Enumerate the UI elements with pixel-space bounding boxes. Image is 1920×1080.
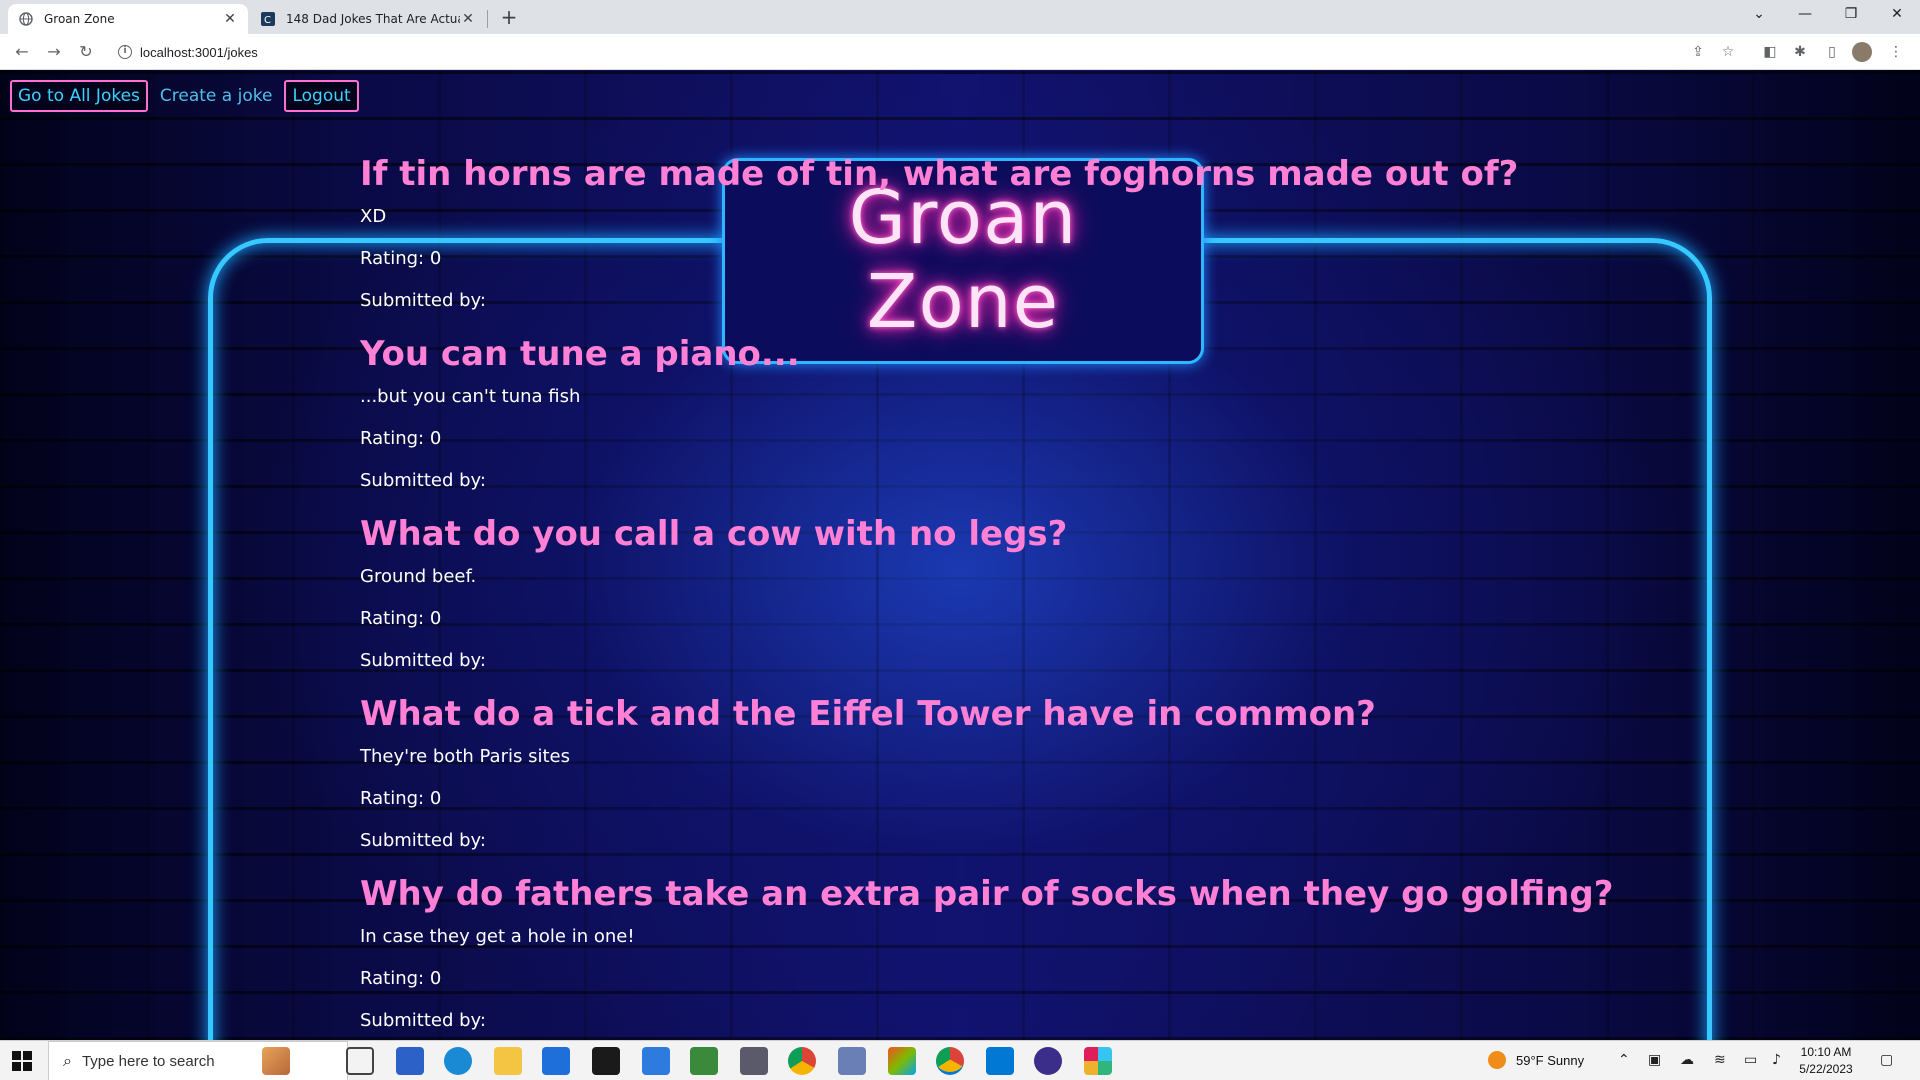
joke-setup: Why do fathers take an extra pair of soc… xyxy=(360,874,1614,914)
joke-punchline: Ground beef. xyxy=(360,566,477,587)
tab-search-chevron-icon[interactable]: ⌄ xyxy=(1736,0,1782,30)
notifications-icon[interactable]: ▢ xyxy=(1880,1052,1893,1068)
site-favicon-icon: C xyxy=(260,11,276,27)
task-view-icon[interactable] xyxy=(346,1047,374,1075)
notepad-icon[interactable] xyxy=(690,1047,718,1075)
weather-sun-icon[interactable] xyxy=(1488,1051,1506,1069)
joke-rating: Rating: 0 xyxy=(360,608,442,629)
weather-text[interactable]: 59°F Sunny xyxy=(1516,1053,1584,1068)
create-joke-link[interactable]: Create a joke xyxy=(154,82,279,110)
joke-card: What do you call a cow with no legs? Gro… xyxy=(360,510,1660,672)
close-icon[interactable]: ✕ xyxy=(460,11,476,27)
browser-tab-bar: Groan Zone ✕ C 148 Dad Jokes That Are Ac… xyxy=(0,0,1920,34)
joke-submitted-by: Submitted by: xyxy=(360,650,486,671)
store-icon[interactable] xyxy=(542,1047,570,1075)
minimize-icon[interactable]: — xyxy=(1782,0,1828,30)
joke-setup: You can tune a piano... xyxy=(360,334,800,374)
joke-card: If tin horns are made of tin, what are f… xyxy=(360,150,1660,312)
joke-punchline: XD xyxy=(360,206,387,227)
joke-submitted-by: Submitted by: xyxy=(360,290,486,311)
joke-card: What do a tick and the Eiffel Tower have… xyxy=(360,690,1660,852)
windows-start-icon[interactable] xyxy=(12,1051,32,1071)
widgets-image-icon[interactable] xyxy=(262,1047,290,1075)
url-text[interactable]: localhost:3001/jokes xyxy=(140,45,258,60)
chrome-active-icon[interactable] xyxy=(936,1047,964,1075)
joke-setup: If tin horns are made of tin, what are f… xyxy=(360,154,1519,194)
side-panel-icon[interactable]: ▯ xyxy=(1822,42,1842,62)
menu-kebab-icon[interactable]: ⋮ xyxy=(1886,42,1906,62)
joke-card: Why do fathers take an extra pair of soc… xyxy=(360,870,1660,1032)
calculator-icon[interactable] xyxy=(740,1047,768,1075)
windows-taskbar: ⌕ Type here to search 59°F Sunny ⌃ ▣ ☁ ≋… xyxy=(0,1040,1920,1080)
tray-app-icon[interactable]: ▣ xyxy=(1648,1052,1661,1068)
extensions-puzzle-icon[interactable]: ✱ xyxy=(1790,42,1810,62)
clock-date: 5/22/2023 xyxy=(1799,1062,1853,1076)
restore-icon[interactable]: ❐ xyxy=(1828,0,1874,30)
app-blue-icon[interactable] xyxy=(396,1047,424,1075)
all-jokes-link[interactable]: Go to All Jokes xyxy=(10,80,148,112)
joke-punchline: In case they get a hole in one! xyxy=(360,926,635,947)
avatar[interactable] xyxy=(1852,42,1872,62)
tab-title: 148 Dad Jokes That Are Actually xyxy=(286,12,460,26)
mail-icon[interactable] xyxy=(642,1047,670,1075)
new-tab-plus-icon[interactable]: + xyxy=(498,6,520,28)
share-icon[interactable]: ⇪ xyxy=(1688,42,1708,62)
bookmark-star-icon[interactable]: ☆ xyxy=(1718,42,1738,62)
tab-divider xyxy=(487,10,488,28)
globe-icon xyxy=(18,11,34,27)
taskbar-search-input[interactable]: ⌕ Type here to search xyxy=(48,1041,348,1080)
vscode-icon[interactable] xyxy=(986,1047,1014,1075)
extension-badge-icon[interactable]: ◧ xyxy=(1760,42,1780,62)
browser-toolbar: ← → ↻ i localhost:3001/jokes ⇪ ☆ ◧ ✱ ▯ ⋮ xyxy=(0,34,1920,70)
joke-punchline: They're both Paris sites xyxy=(360,746,570,767)
chevron-up-icon[interactable]: ⌃ xyxy=(1618,1052,1630,1068)
clock-time: 10:10 AM xyxy=(1800,1045,1852,1059)
joke-rating: Rating: 0 xyxy=(360,968,442,989)
edge-browser-icon[interactable] xyxy=(444,1047,472,1075)
terminal-icon[interactable] xyxy=(592,1047,620,1075)
joke-setup: What do you call a cow with no legs? xyxy=(360,514,1068,554)
joke-submitted-by: Submitted by: xyxy=(360,470,486,491)
close-icon[interactable]: ✕ xyxy=(222,11,238,27)
search-placeholder: Type here to search xyxy=(81,1052,215,1070)
joke-punchline: ...but you can't tuna fish xyxy=(360,386,581,407)
file-explorer-icon[interactable] xyxy=(494,1047,522,1075)
tab-dad-jokes[interactable]: C 148 Dad Jokes That Are Actually ✕ xyxy=(250,4,486,34)
cloud-off-icon[interactable]: ☁ xyxy=(1680,1052,1694,1068)
app-moon-icon[interactable] xyxy=(1034,1047,1062,1075)
logout-link[interactable]: Logout xyxy=(284,80,359,112)
page-viewport: Groan Zone Go to All Jokes Create a joke… xyxy=(0,70,1920,1040)
joke-rating: Rating: 0 xyxy=(360,248,442,269)
joke-submitted-by: Submitted by: xyxy=(360,830,486,851)
volume-icon[interactable]: ♪ xyxy=(1772,1052,1781,1068)
top-nav: Go to All Jokes Create a joke Logout xyxy=(10,80,359,112)
tab-title: Groan Zone xyxy=(44,12,115,26)
back-arrow-icon[interactable]: ← xyxy=(10,40,34,64)
site-info-icon[interactable]: i xyxy=(118,45,132,59)
tab-groan-zone[interactable]: Groan Zone ✕ xyxy=(8,4,248,34)
joke-setup: What do a tick and the Eiffel Tower have… xyxy=(360,694,1376,734)
forward-arrow-icon[interactable]: → xyxy=(42,40,66,64)
window-close-icon[interactable]: ✕ xyxy=(1874,0,1920,30)
battery-icon[interactable]: ▭ xyxy=(1744,1052,1757,1068)
joke-rating: Rating: 0 xyxy=(360,788,442,809)
wifi-icon[interactable]: ≋ xyxy=(1714,1052,1726,1068)
joke-submitted-by: Submitted by: xyxy=(360,1010,486,1031)
joke-rating: Rating: 0 xyxy=(360,428,442,449)
taskbar-clock[interactable]: 10:10 AM 5/22/2023 xyxy=(1796,1044,1856,1078)
slack-icon[interactable] xyxy=(1084,1047,1112,1075)
address-bar[interactable]: i localhost:3001/jokes xyxy=(108,38,1758,66)
chrome-icon[interactable] xyxy=(788,1047,816,1075)
joke-card: You can tune a piano... ...but you can't… xyxy=(360,330,1660,492)
joke-list: If tin horns are made of tin, what are f… xyxy=(360,150,1660,1040)
app-kite-icon[interactable] xyxy=(888,1047,916,1075)
reload-icon[interactable]: ↻ xyxy=(74,40,98,64)
svg-text:C: C xyxy=(264,15,271,26)
app-people-icon[interactable] xyxy=(838,1047,866,1075)
search-icon: ⌕ xyxy=(63,1051,72,1070)
